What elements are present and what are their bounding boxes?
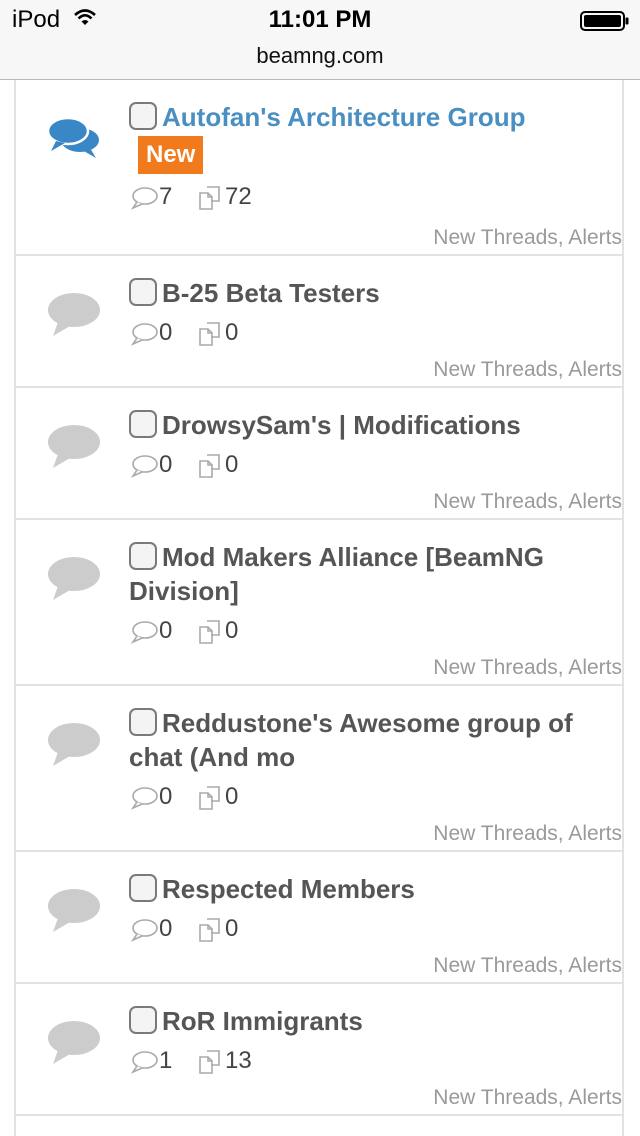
node-checkbox[interactable] — [129, 278, 157, 306]
node-stats: 0 0 — [129, 316, 622, 350]
discussions-count: 7 — [129, 180, 172, 214]
node-checkbox[interactable] — [129, 410, 157, 438]
chat-bubble-icon — [46, 886, 102, 939]
pages-outline-icon — [195, 1047, 225, 1074]
node-footer-links[interactable]: New Threads, Alerts — [433, 490, 622, 514]
speech-bubble-outline-icon — [129, 319, 159, 346]
node-title[interactable]: Reddustone's Awesome group of chat (And … — [129, 706, 622, 774]
messages-count: 72 — [195, 180, 252, 214]
speech-bubble-outline-icon — [129, 617, 159, 644]
node-stats: 1 13 — [129, 1044, 622, 1078]
node-title[interactable]: DrowsySam's | Modifications — [129, 408, 622, 442]
chat-bubble-icon — [46, 720, 102, 773]
node-stats: 0 0 — [129, 614, 622, 648]
messages-count: 0 — [195, 316, 238, 350]
node-title-link[interactable]: Autofan's Architecture Group — [162, 102, 525, 132]
browser-address-bar[interactable]: beamng.com — [0, 40, 640, 80]
messages-count: 0 — [195, 448, 238, 482]
node-title[interactable]: Autofan's Architecture Group New — [129, 100, 622, 174]
node-footer-links[interactable]: New Threads, Alerts — [433, 226, 622, 250]
chat-bubbles-icon — [46, 116, 102, 165]
node-checkbox[interactable] — [129, 102, 157, 130]
speech-bubble-outline-icon — [129, 915, 159, 942]
discussions-count: 0 — [129, 912, 172, 946]
speech-bubble-outline-icon — [129, 783, 159, 810]
chat-bubble-icon — [46, 554, 102, 607]
chat-bubble-icon — [46, 1018, 102, 1071]
node-title[interactable]: Respected Members — [129, 872, 622, 906]
node-stats: 0 0 — [129, 780, 622, 814]
node-footer-links[interactable]: New Threads, Alerts — [433, 954, 622, 978]
node-title-link[interactable]: B-25 Beta Testers — [162, 278, 380, 308]
forum-node: Mod Makers Alliance [BeamNG Division] 0 … — [16, 520, 622, 686]
pages-outline-icon — [195, 783, 225, 810]
node-footer-links[interactable]: New Threads, Alerts — [433, 822, 622, 846]
forum-node: Reddustone's Awesome group of chat (And … — [16, 686, 622, 852]
messages-count: 0 — [195, 780, 238, 814]
forum-node-list: Autofan's Architecture Group New 7 72 Ne… — [14, 80, 624, 1136]
forum-node: Autofan's Architecture Group New 7 72 Ne… — [16, 80, 622, 256]
status-time: 11:01 PM — [268, 6, 372, 33]
node-footer-links[interactable]: New Threads, Alerts — [433, 1086, 622, 1110]
node-checkbox[interactable] — [129, 542, 157, 570]
node-footer-links[interactable]: New Threads, Alerts — [433, 358, 622, 382]
url-text: beamng.com — [256, 43, 384, 68]
messages-count: 13 — [195, 1044, 252, 1078]
battery-icon — [580, 11, 630, 36]
forum-node-partial — [16, 1116, 622, 1136]
messages-count: 0 — [195, 912, 238, 946]
discussions-count: 0 — [129, 780, 172, 814]
forum-node: RoR Immigrants 1 13 New Threads, Alerts — [16, 984, 622, 1116]
messages-count: 0 — [195, 614, 238, 648]
discussions-count: 0 — [129, 614, 172, 648]
node-title-link[interactable]: Mod Makers Alliance [BeamNG Division] — [129, 542, 544, 606]
node-title-link[interactable]: Respected Members — [162, 874, 415, 904]
pages-outline-icon — [195, 915, 225, 942]
chat-bubble-icon — [46, 422, 102, 475]
forum-node: Respected Members 0 0 New Threads, Alert… — [16, 852, 622, 984]
node-checkbox[interactable] — [129, 708, 157, 736]
node-title[interactable]: B-25 Beta Testers — [129, 276, 622, 310]
pages-outline-icon — [195, 183, 225, 210]
node-title[interactable]: RoR Immigrants — [129, 1004, 622, 1038]
node-stats: 0 0 — [129, 912, 622, 946]
pages-outline-icon — [195, 617, 225, 644]
speech-bubble-outline-icon — [129, 451, 159, 478]
forum-node: B-25 Beta Testers 0 0 New Threads, Alert… — [16, 256, 622, 388]
node-checkbox[interactable] — [129, 1006, 157, 1034]
node-title[interactable]: Mod Makers Alliance [BeamNG Division] — [129, 540, 622, 608]
speech-bubble-outline-icon — [129, 1047, 159, 1074]
discussions-count: 0 — [129, 448, 172, 482]
pages-outline-icon — [195, 319, 225, 346]
discussions-count: 1 — [129, 1044, 172, 1078]
pages-outline-icon — [195, 451, 225, 478]
forum-node: DrowsySam's | Modifications 0 0 New Thre… — [16, 388, 622, 520]
node-footer-links[interactable]: New Threads, Alerts — [433, 656, 622, 680]
chat-bubble-icon — [46, 290, 102, 343]
status-bar: iPod 11:01 PM — [0, 0, 640, 40]
new-badge: New — [138, 136, 204, 174]
discussions-count: 0 — [129, 316, 172, 350]
node-title-link[interactable]: RoR Immigrants — [162, 1006, 363, 1036]
node-checkbox[interactable] — [129, 874, 157, 902]
node-title-link[interactable]: Reddustone's Awesome group of chat (And … — [129, 708, 573, 772]
node-stats: 7 72 — [129, 180, 622, 214]
node-stats: 0 0 — [129, 448, 622, 482]
speech-bubble-outline-icon — [129, 183, 159, 210]
node-title-link[interactable]: DrowsySam's | Modifications — [162, 410, 521, 440]
